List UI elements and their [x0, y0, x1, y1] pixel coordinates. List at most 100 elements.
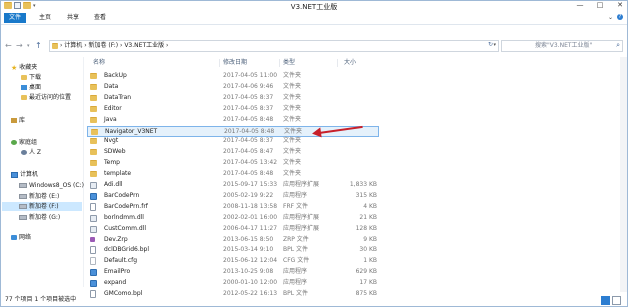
tab-share[interactable]: 共享	[62, 13, 84, 23]
column-separator[interactable]	[219, 59, 220, 67]
folder-icon	[90, 83, 97, 90]
refresh-icon[interactable]: ↻	[488, 41, 493, 48]
table-row[interactable]: SDWeb 2017-04-05 8:47 文件夹	[87, 147, 379, 157]
forward-icon[interactable]: →	[16, 41, 23, 50]
sidebar-item-drive-c[interactable]: Windows8_OS (C:)	[19, 181, 84, 190]
sidebar-item-label: 新加卷 (G:)	[29, 214, 61, 221]
column-separator[interactable]	[279, 59, 280, 67]
sidebar-item-label: 新加卷 (E:)	[29, 193, 60, 200]
large-icons-view-icon[interactable]	[612, 296, 621, 305]
table-row[interactable]: Editor 2017-04-05 8:37 文件夹	[87, 104, 379, 114]
details-view-icon[interactable]	[601, 296, 610, 305]
column-header-name[interactable]: 名称	[93, 58, 105, 67]
sidebar-item-homegroup[interactable]: 家庭组	[11, 138, 37, 147]
table-row[interactable]: dclDBGrid6.bpl 2015-03-14 9:10 BPL 文件 30 KB	[87, 245, 379, 255]
sidebar-item-libraries[interactable]: 库	[11, 116, 25, 125]
file-date: 2013-06-15 8:50	[223, 235, 274, 243]
sidebar-item-network[interactable]: 网络	[11, 233, 31, 242]
table-row[interactable]: Temp 2017-04-05 13:42 文件夹	[87, 158, 379, 168]
column-header-date[interactable]: 修改日期	[223, 58, 247, 67]
sidebar-item-label: 收藏夹	[19, 64, 38, 71]
column-header-type[interactable]: 类型	[283, 58, 295, 67]
file-icon	[90, 202, 96, 211]
sidebar-item-recent[interactable]: 最近访问的位置	[21, 93, 71, 102]
table-row[interactable]: CustComm.dll 2006-04-17 11:27 应用程序扩展 128 KB	[87, 224, 379, 234]
minimize-button[interactable]: —	[575, 1, 585, 9]
computer-icon	[11, 171, 18, 178]
sidebar-item-user[interactable]: 人 Z	[21, 148, 41, 157]
file-name: expand	[104, 279, 127, 287]
dll-icon	[90, 214, 97, 222]
file-date: 2000-01-10 12:00	[223, 279, 278, 287]
file-name: CustComm.dll	[104, 224, 147, 232]
file-size: 1,833 KB	[349, 181, 377, 188]
table-row[interactable]: template 2017-04-05 8:48 文件夹	[87, 169, 379, 179]
sidebar-item-computer[interactable]: 计算机	[11, 170, 38, 179]
close-button[interactable]: ✕	[615, 1, 625, 9]
table-row[interactable]: Dev.Zrp 2013-06-15 8:50 ZRP 文件 9 KB	[87, 235, 379, 245]
file-name: Nvgt	[104, 137, 119, 145]
network-icon	[11, 235, 17, 240]
folder-icon	[90, 149, 97, 156]
file-size: 1 KB	[363, 257, 377, 265]
table-row[interactable]: borlndmm.dll 2002-02-01 16:00 应用程序扩展 21 KB	[87, 213, 379, 223]
table-row[interactable]: Adi.dll 2015-09-17 15:33 应用程序扩展 1,833 KB	[87, 180, 379, 190]
file-type: 文件夹	[283, 72, 302, 79]
table-row[interactable]: BarCodePrn 2005-02-19 9:22 应用程序 315 KB	[87, 191, 379, 201]
vertical-scrollbar[interactable]	[620, 57, 627, 292]
table-row[interactable]: expand 2000-01-10 12:00 应用程序 17 KB	[87, 278, 379, 288]
table-row[interactable]: Nvgt 2017-04-05 8:37 文件夹	[87, 136, 379, 146]
status-text: 77 个项目 1 个项目被选中	[5, 296, 77, 303]
search-input[interactable]: 搜索"V3.NET工业版" ⌕	[501, 40, 623, 52]
sidebar-item-favorites[interactable]: ★ 收藏夹	[11, 63, 37, 72]
file-date: 2002-02-01 16:00	[223, 213, 278, 221]
sidebar-item-drive-f[interactable]: 新加卷 (F:)	[2, 202, 82, 211]
address-bar[interactable]: › 计算机 › 新加卷 (F:) › V3.NET工业版 › ▾	[49, 40, 499, 52]
search-icon[interactable]: ⌕	[616, 41, 620, 50]
back-icon[interactable]: ←	[5, 41, 12, 50]
file-name: Editor	[104, 104, 122, 112]
file-name: Default.cfg	[104, 257, 138, 265]
tab-view[interactable]: 查看	[89, 13, 111, 23]
file-date: 2017-04-05 8:47	[223, 148, 274, 156]
ribbon-collapse-icon[interactable]: ⌄	[608, 14, 613, 21]
recent-dropdown-icon[interactable]: ▾	[27, 43, 30, 49]
table-row[interactable]: BackUp 2017-04-05 11:00 文件夹	[87, 71, 379, 81]
sidebar-item-desktop[interactable]: 桌面	[21, 83, 41, 92]
file-date: 2015-03-14 9:10	[223, 246, 274, 254]
breadcrumb[interactable]: › 计算机 › 新加卷 (F:) › V3.NET工业版 ›	[60, 42, 168, 50]
file-name: Navigator_V3NET	[105, 127, 158, 135]
dll-icon	[90, 225, 97, 233]
table-row[interactable]: BarCodePrn.frf 2008-11-18 13:58 FRF 文件 4 KB	[87, 202, 379, 212]
help-icon[interactable]: ?	[617, 14, 623, 20]
file-type: 应用程序扩展	[283, 213, 320, 221]
tab-home[interactable]: 主页	[34, 13, 56, 23]
file-type: 应用程序扩展	[283, 181, 320, 188]
maximize-button[interactable]: □	[595, 1, 605, 9]
sidebar-item-drive-g[interactable]: 新加卷 (G:)	[19, 213, 60, 222]
folder-icon	[90, 160, 97, 167]
drive-icon	[19, 183, 27, 188]
column-separator[interactable]	[337, 59, 338, 67]
table-row[interactable]: EmailPro 2013-10-25 9:08 应用程序 629 KB	[87, 267, 379, 277]
file-date: 2017-04-06 9:46	[223, 82, 274, 90]
sidebar-item-label: Windows8_OS (C:)	[29, 182, 84, 189]
address-dropdown-icon[interactable]: ▾	[493, 42, 496, 48]
table-row[interactable]: Java 2017-04-05 8:48 文件夹	[87, 115, 379, 125]
table-row[interactable]: Data 2017-04-06 9:46 文件夹	[87, 82, 379, 92]
sidebar-item-downloads[interactable]: 下载	[21, 73, 41, 82]
annotation-arrow-head	[311, 127, 322, 139]
file-date: 2008-11-18 13:58	[223, 202, 278, 210]
file-name: Adi.dll	[104, 181, 123, 188]
recent-places-icon	[21, 95, 27, 100]
table-row[interactable]: Default.cfg 2015-06-12 12:04 CFG 文件 1 KB	[87, 256, 379, 266]
file-size: 17 KB	[359, 279, 377, 287]
file-name: dclDBGrid6.bpl	[104, 246, 150, 254]
file-date: 2017-04-05 8:48	[223, 170, 274, 178]
file-type: 文件夹	[283, 93, 302, 101]
tab-file[interactable]: 文件	[4, 13, 27, 23]
column-header-size[interactable]: 大小	[344, 58, 356, 67]
table-row[interactable]: DataTran 2017-04-05 8:37 文件夹	[87, 93, 379, 103]
sidebar-item-drive-e[interactable]: 新加卷 (E:)	[19, 192, 59, 201]
up-icon[interactable]: ↑	[35, 41, 42, 50]
